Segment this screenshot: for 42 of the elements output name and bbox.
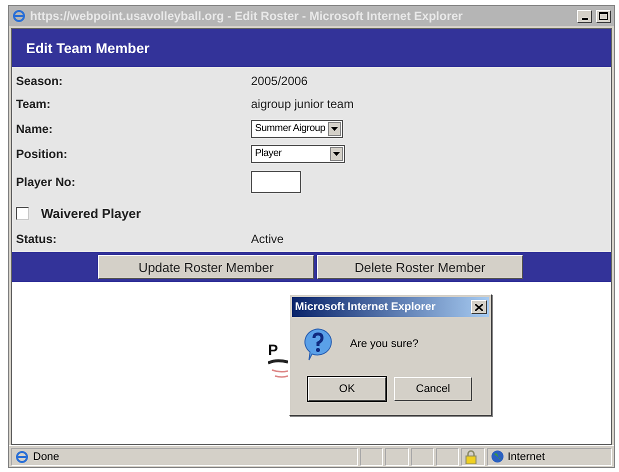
caret-icon — [331, 126, 338, 130]
logo-text: P — [268, 342, 280, 359]
input-field[interactable] — [251, 171, 301, 193]
checkbox-label: Waivered Player — [41, 206, 141, 220]
caret-icon — [333, 152, 340, 156]
status-pane — [360, 448, 384, 466]
dropdown[interactable]: Summer Aigroup — [251, 120, 343, 138]
zone-text: Internet — [508, 450, 545, 462]
minimize-button[interactable] — [577, 10, 592, 22]
cancel-button[interactable]: Cancel — [394, 377, 472, 401]
delete-button[interactable]: Delete Roster Member — [317, 255, 523, 279]
field-label: Season: — [16, 74, 64, 88]
field-value: 2005/2006 — [251, 74, 309, 88]
field-value: Active — [251, 232, 285, 246]
maximize-button[interactable] — [596, 10, 611, 22]
checkbox[interactable] — [16, 206, 29, 220]
status-pane — [436, 448, 460, 466]
field-value: aigroup junior team — [251, 97, 355, 111]
status-pane — [385, 448, 409, 466]
ok-button[interactable]: OK — [308, 377, 386, 401]
field-label: Position: — [16, 146, 68, 160]
close-button[interactable] — [471, 300, 487, 314]
update-button[interactable]: Update Roster Member — [98, 255, 314, 279]
dialog-title-bar: Microsoft Internet Explorer — [292, 297, 489, 317]
close-icon — [475, 304, 483, 310]
status-text: Done — [33, 450, 60, 462]
status-pane — [410, 448, 434, 466]
field-label: Status: — [16, 232, 58, 246]
field-label: Player No: — [16, 175, 76, 189]
globe-icon — [490, 450, 504, 463]
page-icon — [15, 450, 29, 464]
lock-icon — [465, 450, 478, 464]
dialog-message: Are you sure? — [350, 338, 418, 350]
minimize-icon — [582, 18, 588, 20]
dropdown[interactable]: Player — [251, 144, 345, 162]
maximize-icon — [599, 12, 608, 20]
question-icon — [302, 327, 334, 361]
field-label: Name: — [16, 122, 54, 136]
swoosh-drawing — [268, 359, 288, 379]
page-header: Edit Team Member — [12, 29, 611, 67]
browser-icon — [12, 9, 26, 23]
field-label: Team: — [16, 97, 52, 111]
